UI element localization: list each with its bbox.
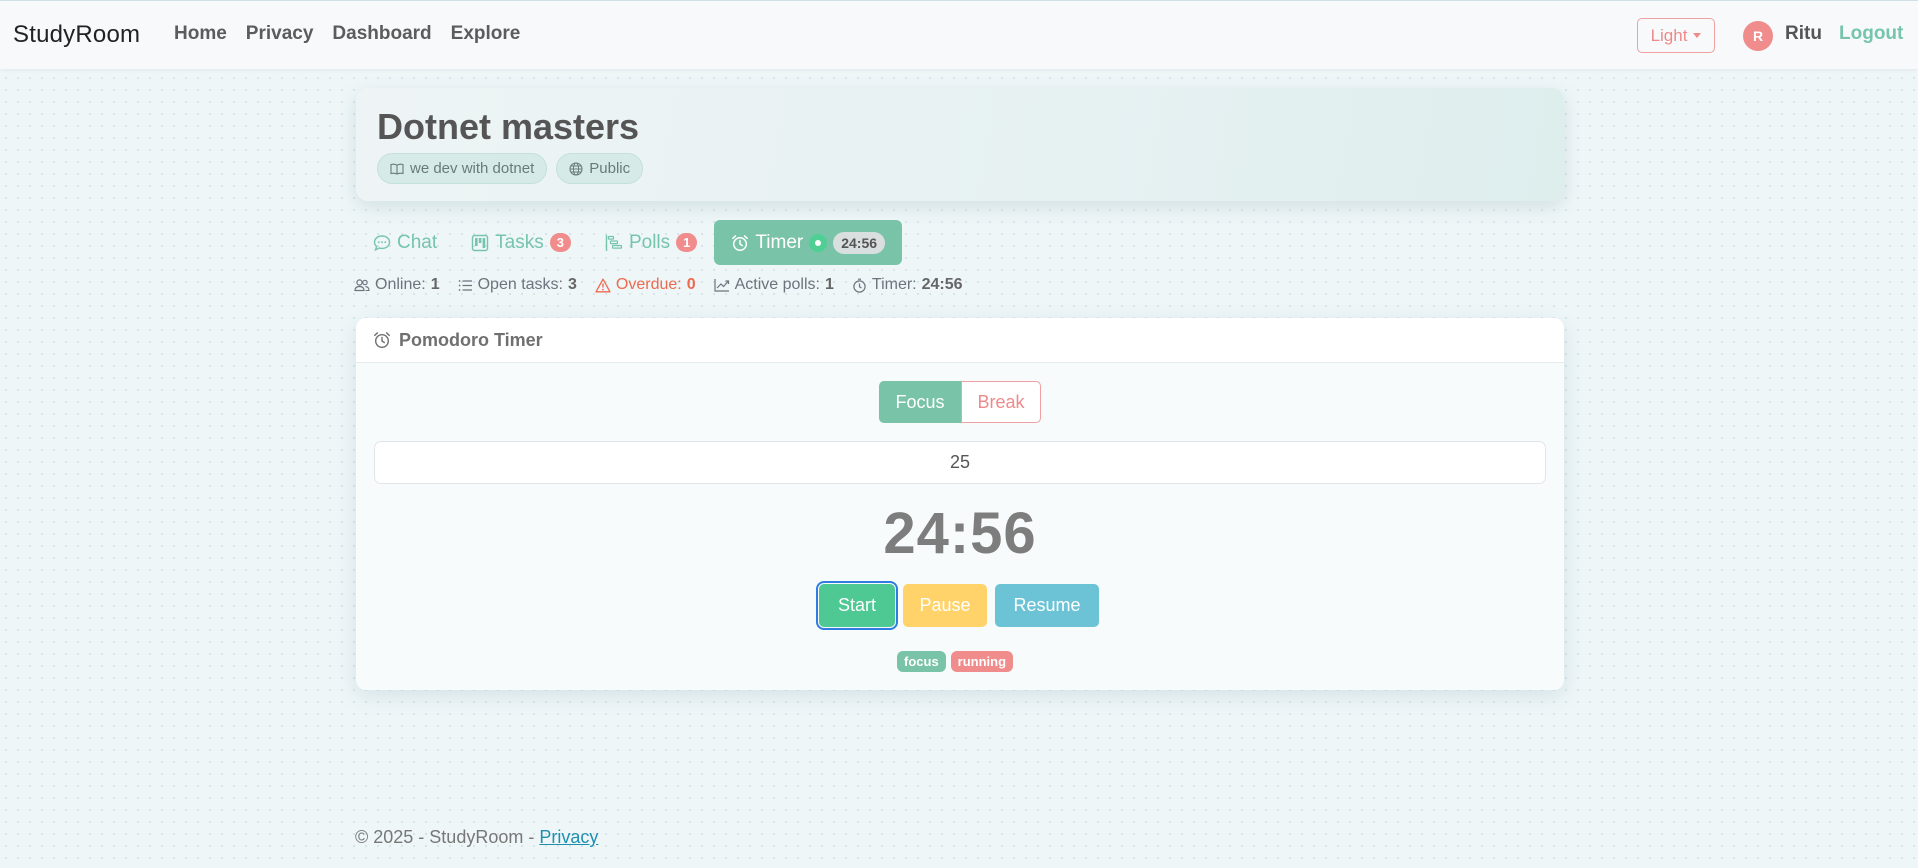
alarm-clock-icon [373,331,391,349]
people-icon [354,278,370,292]
stat-open-tasks: Open tasks: 3 [458,276,577,294]
book-icon [390,163,404,175]
main-nav: Home Privacy Dashboard Explore [174,23,520,45]
pomodoro-card: Pomodoro Timer Focus Break 24:56 Start P… [356,318,1564,690]
pomodoro-title: Pomodoro Timer [399,329,543,350]
page-footer: © 2025 - StudyRoom - Privacy [355,827,598,848]
logout-link[interactable]: Logout [1839,23,1903,45]
nav-dashboard-link[interactable]: Dashboard [332,23,431,45]
stat-overdue-label: Overdue: [615,276,682,293]
timer-display: 24:56 [883,501,1037,566]
tab-timer-label: Timer [755,231,804,253]
list-icon [458,279,473,292]
nav-privacy-link[interactable]: Privacy [246,23,314,45]
footer-copyright: © 2025 - StudyRoom - [355,827,540,847]
break-mode-button[interactable]: Break [961,381,1041,423]
pomodoro-card-header: Pomodoro Timer [356,318,1564,363]
room-title: Dotnet masters [377,106,640,147]
stat-open-tasks-label: Open tasks: [477,276,563,293]
room-description-label: we dev with dotnet [410,160,535,177]
footer-privacy-link[interactable]: Privacy [539,827,598,847]
chat-icon [373,234,391,252]
tab-chat[interactable]: Chat [356,220,454,265]
mode-toggle-group: Focus Break [879,381,1041,423]
stat-online-label: Online: [375,276,426,293]
room-visibility-chip: Public [556,153,644,184]
brand-logo[interactable]: StudyRoom [13,21,140,49]
pause-button[interactable]: Pause [903,584,987,627]
timer-status: focus running [897,651,1014,672]
stat-open-tasks-value: 3 [567,276,577,293]
room-tabs: Chat Tasks 3 Polls 1 Timer 24:56 [356,220,903,265]
room-description-chip: we dev with dotnet [377,153,548,184]
room-stats: Online: 1 Open tasks: 3 Overdue: 0 Activ… [354,276,963,294]
graph-up-icon [714,278,730,292]
focus-mode-button[interactable]: Focus [879,381,961,423]
nav-explore-link[interactable]: Explore [451,23,521,45]
tab-polls-label: Polls [628,231,671,253]
theme-label: Light [1650,25,1688,45]
tab-polls[interactable]: Polls 1 [588,220,714,265]
theme-dropdown-button[interactable]: Light [1637,18,1715,53]
globe-icon [569,161,583,176]
stat-active-polls: Active polls: 1 [714,276,834,294]
polls-count-badge: 1 [676,233,698,252]
mode-status-badge: focus [897,651,946,672]
run-status-badge: running [950,651,1014,672]
stat-timer: Timer: 24:56 [852,276,963,294]
stopwatch-icon [852,278,867,293]
caret-down-icon [1693,33,1702,38]
user-avatar[interactable]: R [1743,21,1773,51]
stat-overdue: Overdue: 0 [595,276,696,294]
room-visibility-label: Public [589,160,631,177]
minutes-input[interactable] [374,441,1546,484]
tab-chat-label: Chat [397,231,438,253]
tab-tasks-label: Tasks [495,231,544,253]
timer-controls: Start Pause Resume [816,581,1099,630]
stat-timer-value: 24:56 [921,276,963,293]
tab-tasks[interactable]: Tasks 3 [454,220,588,265]
alarm-clock-icon [731,234,749,252]
user-name[interactable]: Ritu [1785,23,1822,45]
room-header-card: Dotnet masters we dev with dotnet Public [356,88,1564,201]
stat-active-polls-value: 1 [824,276,834,293]
tab-timer-time: 24:56 [833,231,886,254]
kanban-icon [471,234,489,252]
room-chips: we dev with dotnet Public [377,153,644,184]
stat-active-polls-label: Active polls: [734,276,820,293]
tab-timer[interactable]: Timer 24:56 [714,220,903,265]
stat-online: Online: 1 [354,276,440,294]
start-button[interactable]: Start [816,581,898,630]
bar-chart-steps-icon [605,234,623,252]
tasks-count-badge: 3 [549,233,571,252]
stat-overdue-value: 0 [686,276,696,293]
resume-button[interactable]: Resume [995,584,1099,627]
live-indicator-icon [809,233,828,252]
warning-triangle-icon [595,278,611,293]
stat-online-value: 1 [430,276,440,293]
stat-timer-label: Timer: [871,276,917,293]
top-navbar: StudyRoom Home Privacy Dashboard Explore… [0,0,1918,69]
nav-home-link[interactable]: Home [174,23,227,45]
